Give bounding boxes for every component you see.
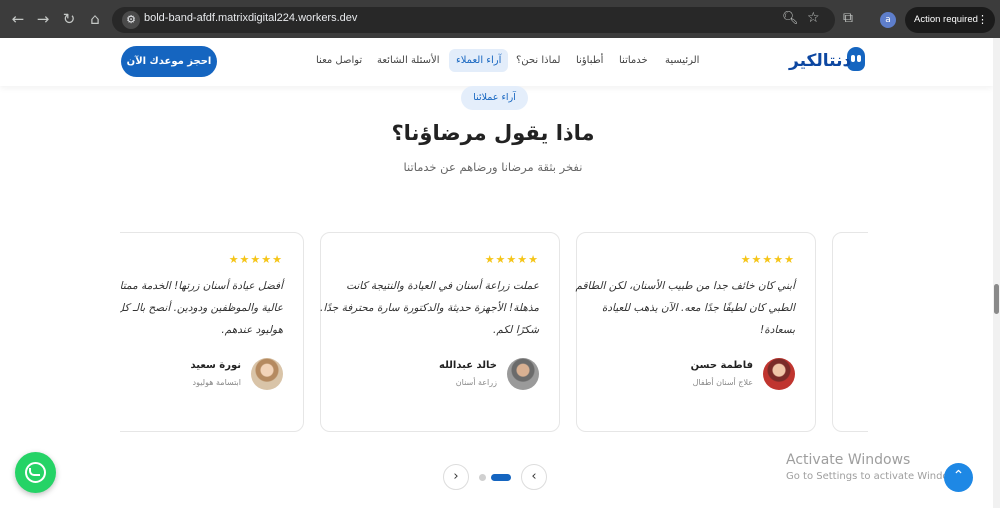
carousel-dot[interactable] [479, 474, 486, 481]
nav-link-contact[interactable]: تواصل معنا [316, 55, 362, 66]
rating-stars: ★★★★★ [484, 253, 539, 266]
carousel-prev-button[interactable]: › [443, 464, 469, 490]
address-bar[interactable]: ⚙ bold-band-afdf.matrixdigital224.worker… [112, 7, 835, 33]
testimonial-card: ★★★★★ أبني كان خائف جدا من طبيب الأسنان،… [576, 232, 816, 432]
rating-stars: ★★★★★ [740, 253, 795, 266]
more-vert-icon[interactable]: ⋮ [977, 7, 988, 33]
carousel-dot-active[interactable] [491, 474, 511, 481]
chevron-left-icon: ‹ [531, 469, 537, 484]
extensions-icon[interactable]: ⧉ [843, 10, 853, 26]
section-subtitle: نفخر بثقة مرضانا ورضاهم عن خدماتنا [403, 160, 583, 174]
site-logo-text[interactable]: دنتالكير [789, 51, 851, 71]
avatar [251, 358, 283, 390]
nav-link-services[interactable]: خدماتنا [619, 55, 648, 66]
forward-arrow-icon[interactable]: → [33, 9, 53, 29]
chevron-right-icon: › [453, 469, 459, 484]
testimonials-carousel[interactable]: أ ★★★★★ أبني كان خائف جدا من طبيب الأسنا… [120, 232, 868, 436]
nav-link-home[interactable]: الرئيسية [665, 55, 699, 66]
rating-stars: ★★★★★ [228, 253, 283, 266]
nav-link-testimonials[interactable]: آراء العملاء [449, 49, 509, 72]
testimonial-card: ★★★★★ أفضل عيادة أسنان زرتها! الخدمة ممت… [120, 232, 304, 432]
windows-activation-subtitle: Go to Settings to activate Windows. [786, 471, 966, 482]
patient-name: فاطمة حسن [690, 360, 753, 371]
patient-name: نورة سعيد [190, 360, 241, 371]
nav-link-doctors[interactable]: أطباؤنا [576, 55, 603, 66]
patient-treatment: ابتسامة هوليود [192, 378, 241, 387]
book-appointment-button[interactable]: احجز موعدك الآن [121, 46, 217, 77]
url-text[interactable]: bold-band-afdf.matrixdigital224.workers.… [144, 12, 357, 24]
home-icon[interactable]: ⌂ [85, 9, 105, 29]
testimonial-quote: أفضل عيادة أسنان زرتها! الخدمة ممتازة وا… [120, 280, 283, 336]
carousel-next-button[interactable]: ‹ [521, 464, 547, 490]
star-icon[interactable]: ☆ [807, 10, 820, 26]
action-required-label: Action required [914, 14, 978, 25]
profile-avatar[interactable]: a [880, 12, 896, 28]
nav-link-why-us[interactable]: لماذا نحن؟ [516, 55, 560, 66]
section-badge: آراء عملائنا [461, 86, 528, 110]
browser-toolbar: ← → ↻ ⌂ ⚙ bold-band-afdf.matrixdigital22… [0, 0, 1000, 38]
patient-treatment: زراعة أسنان [455, 378, 497, 387]
back-to-top-button[interactable]: ⌃ [944, 463, 973, 492]
scrollbar-thumb[interactable] [994, 284, 999, 314]
page-scrollbar[interactable] [993, 38, 1000, 508]
avatar [507, 358, 539, 390]
testimonial-quote: أبني كان خائف جدا من طبيب الأسنان، لكن ا… [575, 280, 796, 336]
testimonial-card: ★★★★★ عملت زراعة أسنان في العيادة والنتي… [320, 232, 560, 432]
windows-activation-title: Activate Windows [786, 452, 911, 468]
testimonial-card-partial: أ [832, 232, 868, 432]
action-required-button[interactable]: Action required ⋮ [905, 7, 995, 33]
back-arrow-icon[interactable]: ← [8, 9, 28, 29]
avatar [763, 358, 795, 390]
site-header: دنتالكير الرئيسية خدماتنا أطباؤنا لماذا … [0, 38, 993, 86]
reload-icon[interactable]: ↻ [59, 9, 79, 29]
site-settings-icon[interactable]: ⚙ [122, 11, 140, 29]
testimonial-quote: عملت زراعة أسنان في العيادة والنتيجة كان… [320, 280, 539, 336]
zoom-icon[interactable]: 🔍︎ [782, 11, 799, 26]
patient-name: خالد عبدالله [439, 360, 497, 371]
patient-treatment: علاج أسنان أطفال [692, 378, 753, 387]
nav-link-faq[interactable]: الأسئلة الشائعة [377, 55, 440, 66]
section-title: ماذا يقول مرضاؤنا؟ [391, 121, 595, 145]
chevron-up-icon: ⌃ [952, 468, 965, 484]
whatsapp-button[interactable] [15, 452, 56, 493]
